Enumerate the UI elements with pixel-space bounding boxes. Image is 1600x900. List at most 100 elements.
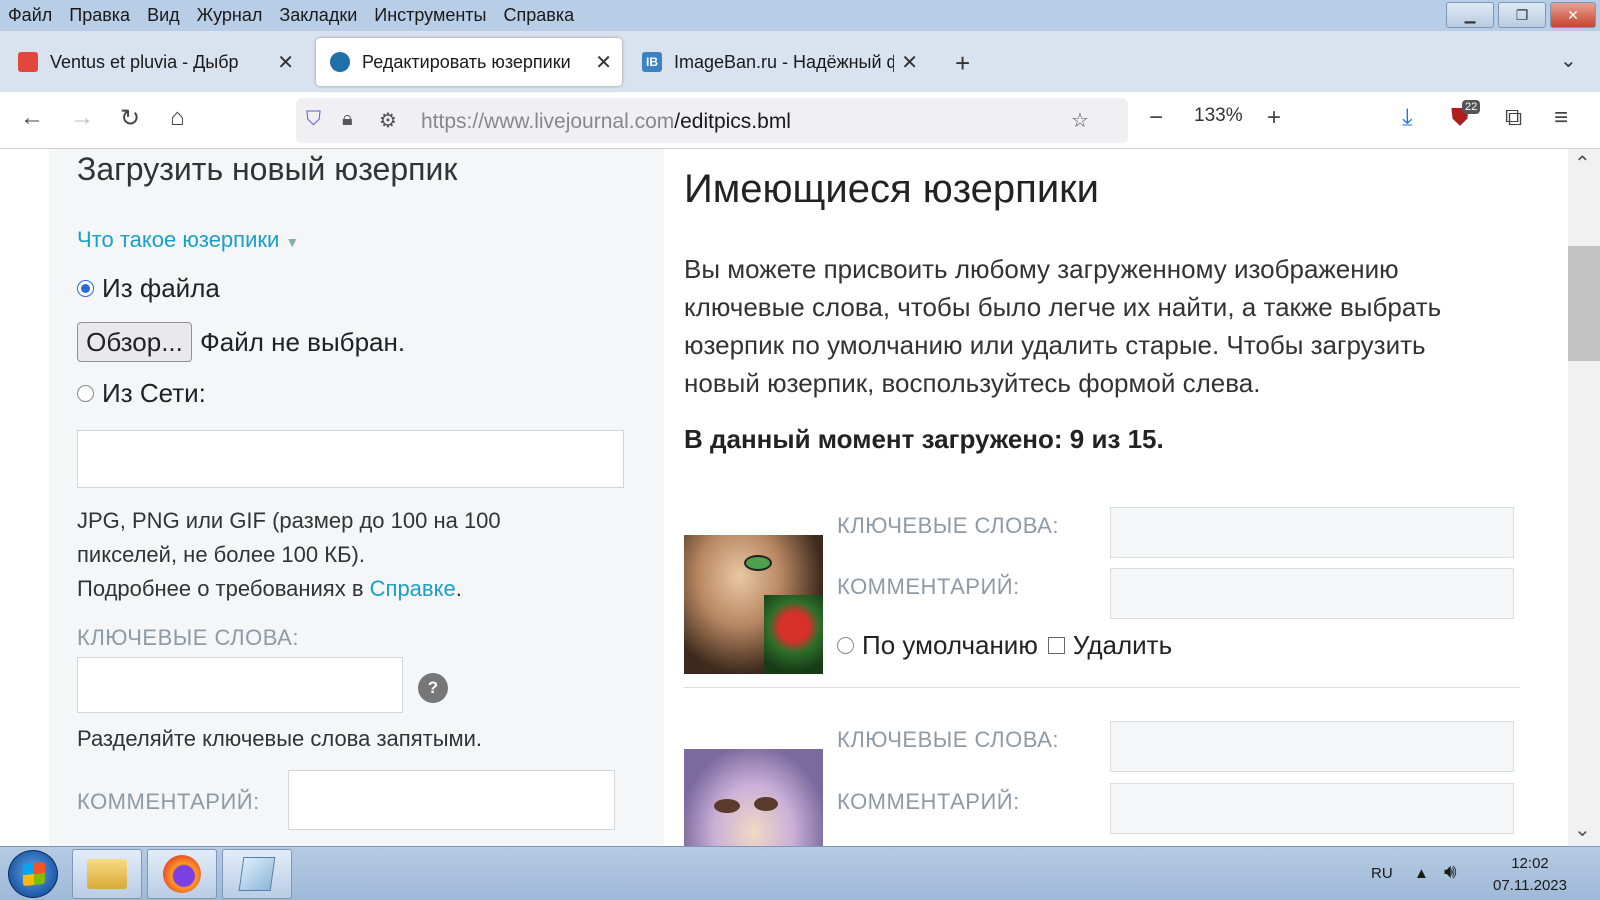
default-label: По умолчанию <box>862 630 1038 660</box>
language-indicator[interactable]: RU <box>1371 865 1393 882</box>
zoom-out-icon[interactable]: − <box>1149 104 1163 132</box>
keywords-input[interactable] <box>77 657 403 713</box>
volume-icon[interactable]: 🔊︎ <box>1444 861 1457 884</box>
reload-icon[interactable]: ↻ <box>120 104 140 133</box>
format-hint-line-1: JPG, PNG или GIF (размер до 100 на 100 <box>77 508 501 533</box>
format-hint: JPG, PNG или GIF (размер до 100 на 100 п… <box>77 504 501 606</box>
imageban-favicon-icon: IB <box>642 52 662 72</box>
comment-input[interactable] <box>288 770 615 830</box>
comment-label: КОММЕНТАРИЙ: <box>837 789 1020 814</box>
notepad-icon <box>238 857 276 891</box>
browse-button[interactable]: Обзор... <box>77 322 192 362</box>
userpic-image <box>684 535 823 674</box>
close-window-button[interactable]: ✕ <box>1550 2 1596 28</box>
url-bar[interactable]: ⛉ 🔒︎ ⚙ https://www.livejournal.com/editp… <box>296 98 1128 143</box>
menu-hamburger-icon[interactable]: ≡ <box>1554 104 1568 132</box>
page-content: Загрузить новый юзерпик Что такое юзерпи… <box>0 149 1568 846</box>
firefox-taskbar-button[interactable] <box>147 849 217 899</box>
zoom-level[interactable]: 133% <box>1194 105 1243 127</box>
menu-tools[interactable]: Инструменты <box>374 5 486 26</box>
delete-checkbox[interactable] <box>1047 637 1065 654</box>
tab-ventus[interactable]: Ventus et pluvia - Дыбр ✕ <box>4 38 304 86</box>
menu-history[interactable]: Журнал <box>197 5 263 26</box>
default-radio[interactable] <box>837 637 854 654</box>
upload-title: Загрузить новый юзерпик <box>77 151 458 187</box>
menu-bookmarks[interactable]: Закладки <box>279 5 357 26</box>
help-icon[interactable]: ? <box>418 673 448 703</box>
keywords-label: КЛЮЧЕВЫЕ СЛОВА: <box>837 727 1059 752</box>
extensions-icon[interactable]: ⧉ <box>1505 104 1522 132</box>
tab-label: Редактировать юзерпики <box>362 51 571 72</box>
notepad-taskbar-button[interactable] <box>222 849 292 899</box>
comment-label: КОММЕНТАРИЙ: <box>837 574 1020 599</box>
userpic-comment-input[interactable] <box>1110 568 1514 619</box>
extension-badge: 22 <box>1462 100 1481 114</box>
back-icon[interactable]: ← <box>20 104 44 132</box>
userpic-keywords-input[interactable] <box>1110 721 1514 772</box>
lock-icon[interactable]: 🔒︎ <box>342 108 353 131</box>
bookmark-favicon-icon <box>18 52 38 72</box>
permissions-icon[interactable]: ⚙ <box>379 108 397 133</box>
downloads-icon[interactable]: ⤓ <box>1402 104 1413 132</box>
what-is-userpics-link[interactable]: Что такое юзерпики ▼ <box>77 227 299 253</box>
clock-time: 12:02 <box>1511 855 1549 872</box>
menu-bar: Файл Правка Вид Журнал Закладки Инструме… <box>0 0 1600 31</box>
clock-date: 07.11.2023 <box>1493 877 1567 894</box>
keywords-label: КЛЮЧЕВЫЕ СЛОВА: <box>77 625 299 650</box>
more-info-line: Подробнее о требованиях в Справке. <box>77 572 501 606</box>
forward-icon[interactable]: → <box>70 104 94 132</box>
url-input[interactable] <box>77 430 624 488</box>
menu: Файл Правка Вид Журнал Закладки Инструме… <box>0 5 591 26</box>
userpic-comment-input[interactable] <box>1110 783 1514 834</box>
minimize-button[interactable]: ▁ <box>1446 2 1494 28</box>
explorer-taskbar-button[interactable] <box>72 849 142 899</box>
more-info-prefix: Подробнее о требованиях в <box>77 576 370 601</box>
bookmark-star-icon[interactable]: ☆ <box>1071 108 1089 133</box>
start-button[interactable] <box>8 850 58 898</box>
menu-edit[interactable]: Правка <box>69 5 130 26</box>
from-web-label: Из Сети: <box>102 378 206 408</box>
taskbar: RU ▲ 🔊︎ 12:02 07.11.2023 <box>0 846 1600 900</box>
tab-edit-userpics[interactable]: Редактировать юзерпики ✕ <box>316 38 622 86</box>
close-tab-icon[interactable]: ✕ <box>277 50 294 75</box>
from-web-option[interactable]: Из Сети: <box>77 378 206 409</box>
delete-label: Удалить <box>1072 630 1173 660</box>
home-icon[interactable]: ⌂ <box>170 104 185 132</box>
userpic-options: По умолчанию Удалить <box>837 630 1172 661</box>
restore-button[interactable]: ❐ <box>1498 2 1546 28</box>
help-link[interactable]: Справке <box>370 576 456 601</box>
from-file-radio[interactable] <box>77 280 94 297</box>
from-file-option[interactable]: Из файла <box>77 273 220 304</box>
upload-count: В данный момент загружено: 9 из 15. <box>684 424 1164 454</box>
eye-shape <box>714 799 740 813</box>
scroll-thumb[interactable] <box>1568 246 1600 361</box>
comment-label: КОММЕНТАРИЙ: <box>77 789 260 814</box>
shield-icon[interactable]: ⛉ <box>306 108 321 131</box>
menu-view[interactable]: Вид <box>147 5 180 26</box>
tab-list-chevron-icon[interactable]: ⌄ <box>1560 48 1577 73</box>
zoom-in-icon[interactable]: + <box>1267 104 1281 132</box>
userpic-keywords-input[interactable] <box>1110 507 1514 558</box>
scroll-down-icon[interactable]: ⌄ <box>1574 817 1591 842</box>
menu-help[interactable]: Справка <box>504 5 575 26</box>
url-text[interactable]: https://www.livejournal.com/editpics.bml <box>421 110 791 134</box>
new-tab-icon[interactable]: + <box>955 48 970 79</box>
tab-imageban[interactable]: IB ImageBan.ru - Надёжный ф ✕ <box>628 38 928 86</box>
page-scrollbar[interactable]: ⌃ ⌄ <box>1568 149 1600 846</box>
close-tab-icon[interactable]: ✕ <box>595 50 612 75</box>
clock[interactable]: 12:02 07.11.2023 <box>1480 853 1580 897</box>
butterfly-foliage-shape <box>764 595 823 674</box>
keywords-hint: Разделяйте ключевые слова запятыми. <box>77 726 483 751</box>
format-hint-line-2: пикселей, не более 100 КБ). <box>77 542 365 567</box>
firefox-icon <box>163 855 201 893</box>
close-tab-icon[interactable]: ✕ <box>901 50 918 75</box>
eye-shape <box>744 555 772 571</box>
menu-file[interactable]: Файл <box>8 5 52 26</box>
folder-icon <box>87 859 127 889</box>
tab-bar: Ventus et pluvia - Дыбр ✕ Редактировать … <box>0 31 1600 92</box>
tray-expand-icon[interactable]: ▲ <box>1414 865 1429 882</box>
from-web-radio[interactable] <box>77 385 94 402</box>
existing-description: Вы можете присвоить любому загруженному … <box>684 254 1442 398</box>
scroll-up-icon[interactable]: ⌃ <box>1574 151 1591 176</box>
navigation-bar: ← → ↻ ⌂ ⛉ 🔒︎ ⚙ https://www.livejournal.c… <box>0 92 1600 149</box>
